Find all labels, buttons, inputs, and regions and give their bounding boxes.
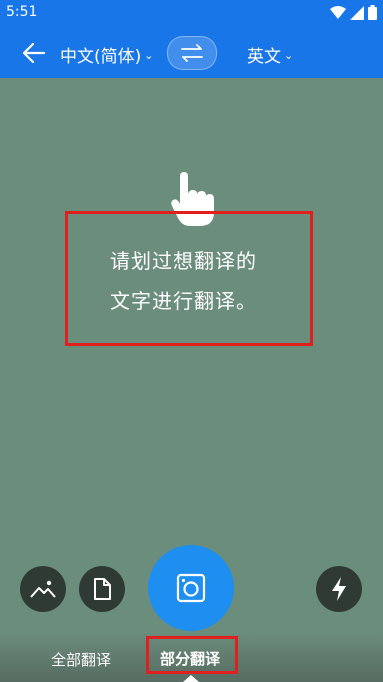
mode-full-translate[interactable]: 全部翻译 xyxy=(51,649,111,670)
source-language-selector[interactable]: 中文(简体) ⌄ xyxy=(60,42,153,67)
app-bar: 中文(简体) ⌄ 英文 ⌄ xyxy=(0,28,383,78)
signal-icon xyxy=(350,5,364,20)
swap-arrows-icon xyxy=(181,44,203,62)
chevron-down-icon: ⌄ xyxy=(144,49,154,62)
image-icon xyxy=(30,580,56,598)
swipe-instruction: 请划过想翻译的 文字进行翻译。 xyxy=(110,241,257,321)
instruction-line-1: 请划过想翻译的 xyxy=(110,249,257,273)
arrow-left-icon xyxy=(22,42,46,64)
selected-mode-indicator xyxy=(183,675,199,682)
status-icons xyxy=(330,5,377,20)
source-language-label: 中文(简体) xyxy=(60,47,142,67)
target-language-selector[interactable]: 英文 ⌄ xyxy=(247,42,293,67)
camera-icon xyxy=(176,573,206,603)
chevron-down-icon: ⌄ xyxy=(284,49,294,62)
swap-languages-button[interactable] xyxy=(167,36,217,70)
document-button[interactable] xyxy=(79,566,125,612)
instruction-line-2: 文字进行翻译。 xyxy=(110,289,257,313)
status-bar: 5:51 xyxy=(0,0,383,28)
battery-icon xyxy=(368,5,377,20)
wifi-icon xyxy=(330,5,346,19)
gallery-button[interactable] xyxy=(20,566,66,612)
target-language-label: 英文 xyxy=(247,47,281,67)
capture-button[interactable] xyxy=(148,545,234,631)
mode-partial-translate[interactable]: 部分翻译 xyxy=(160,648,220,669)
document-icon xyxy=(94,578,111,600)
status-time: 5:51 xyxy=(6,4,38,20)
flash-button[interactable] xyxy=(316,566,362,612)
back-button[interactable] xyxy=(18,38,50,68)
flash-icon xyxy=(332,577,346,601)
